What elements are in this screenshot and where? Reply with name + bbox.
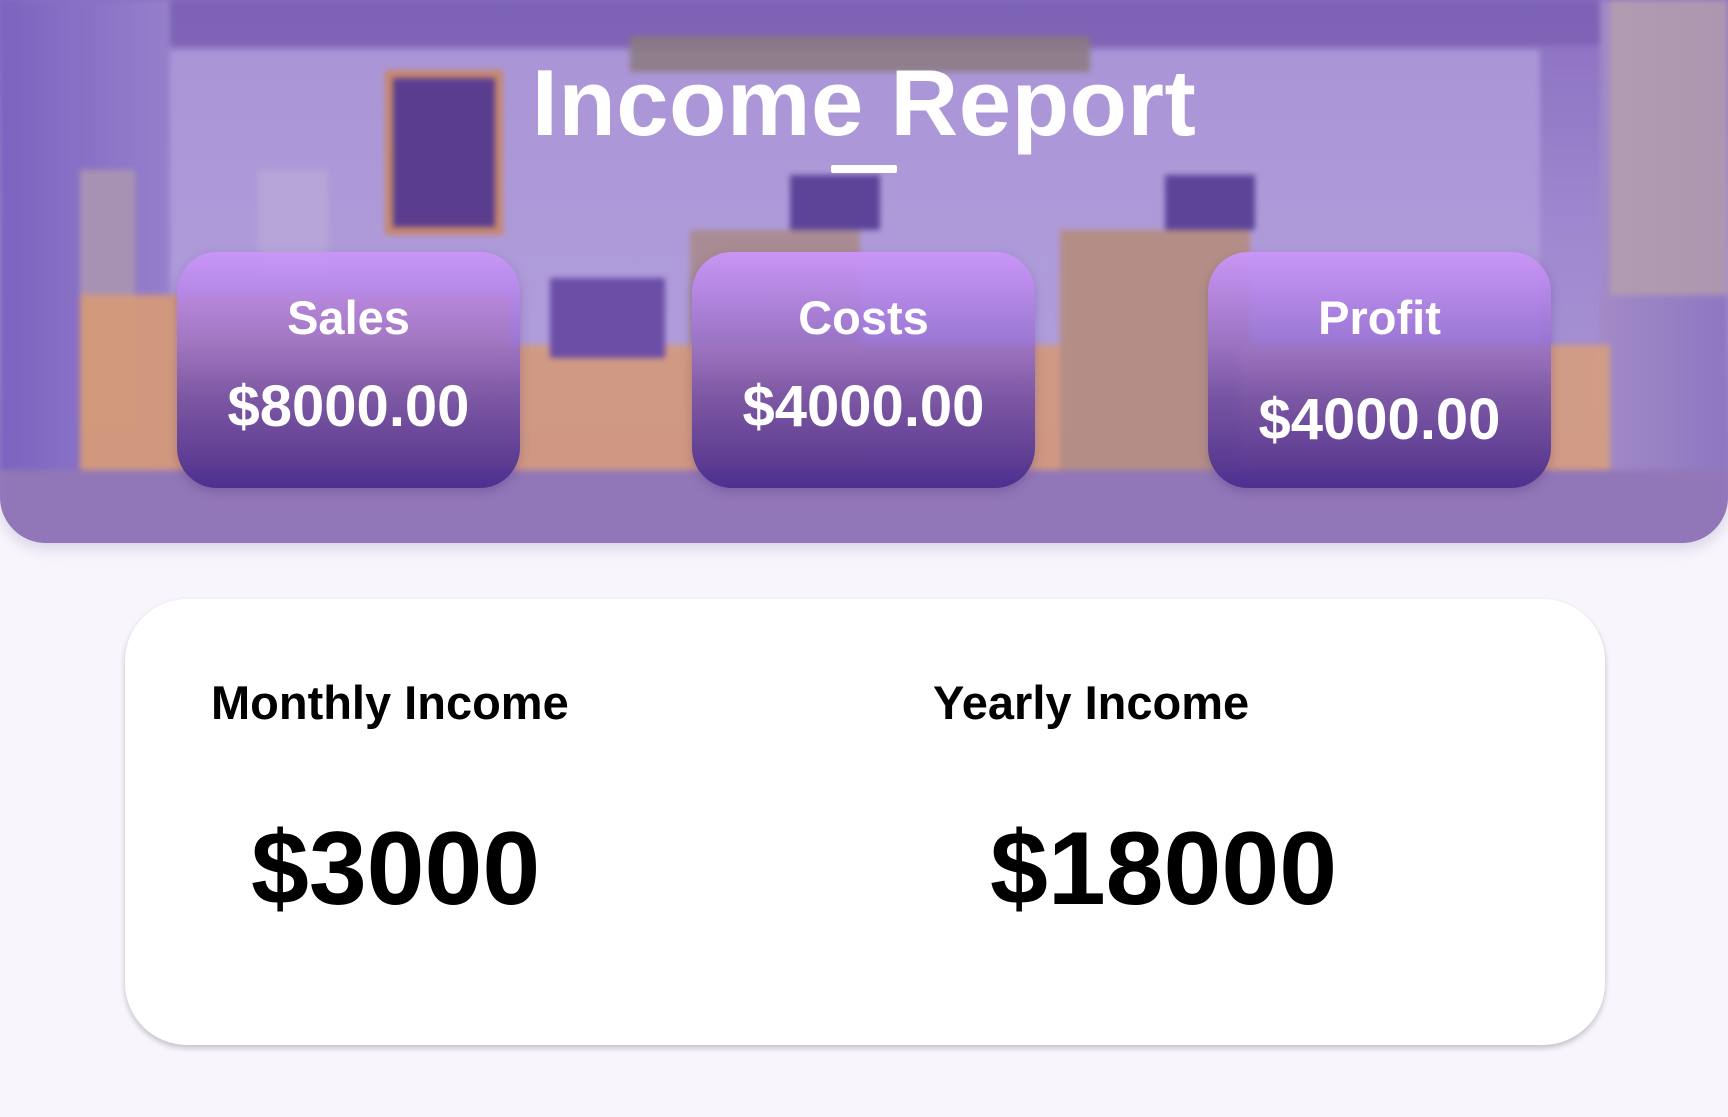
yearly-income-label: Yearly Income — [933, 676, 1250, 729]
costs-card[interactable]: Costs $4000.00 — [692, 252, 1035, 488]
sales-card[interactable]: Sales $8000.00 — [177, 252, 520, 488]
profit-label: Profit — [1318, 291, 1441, 344]
page-title: Income Report — [531, 50, 1197, 155]
hero-banner: Income Report Sales $8000.00 Costs $4000… — [0, 0, 1728, 543]
yearly-income-value: $18000 — [990, 811, 1338, 927]
monthly-income-value: $3000 — [251, 811, 541, 927]
title-underline — [831, 165, 897, 173]
profit-card[interactable]: Profit $4000.00 — [1208, 252, 1551, 488]
profit-value: $4000.00 — [1258, 387, 1501, 452]
sales-label: Sales — [287, 291, 410, 344]
costs-value: $4000.00 — [742, 374, 985, 439]
monthly-income-label: Monthly Income — [211, 676, 569, 729]
sales-value: $8000.00 — [227, 374, 470, 439]
costs-label: Costs — [798, 291, 929, 344]
income-report-page: Income Report Sales $8000.00 Costs $4000… — [0, 0, 1728, 1117]
income-summary-panel: Monthly Income $3000 Yearly Income $1800… — [125, 599, 1605, 1045]
